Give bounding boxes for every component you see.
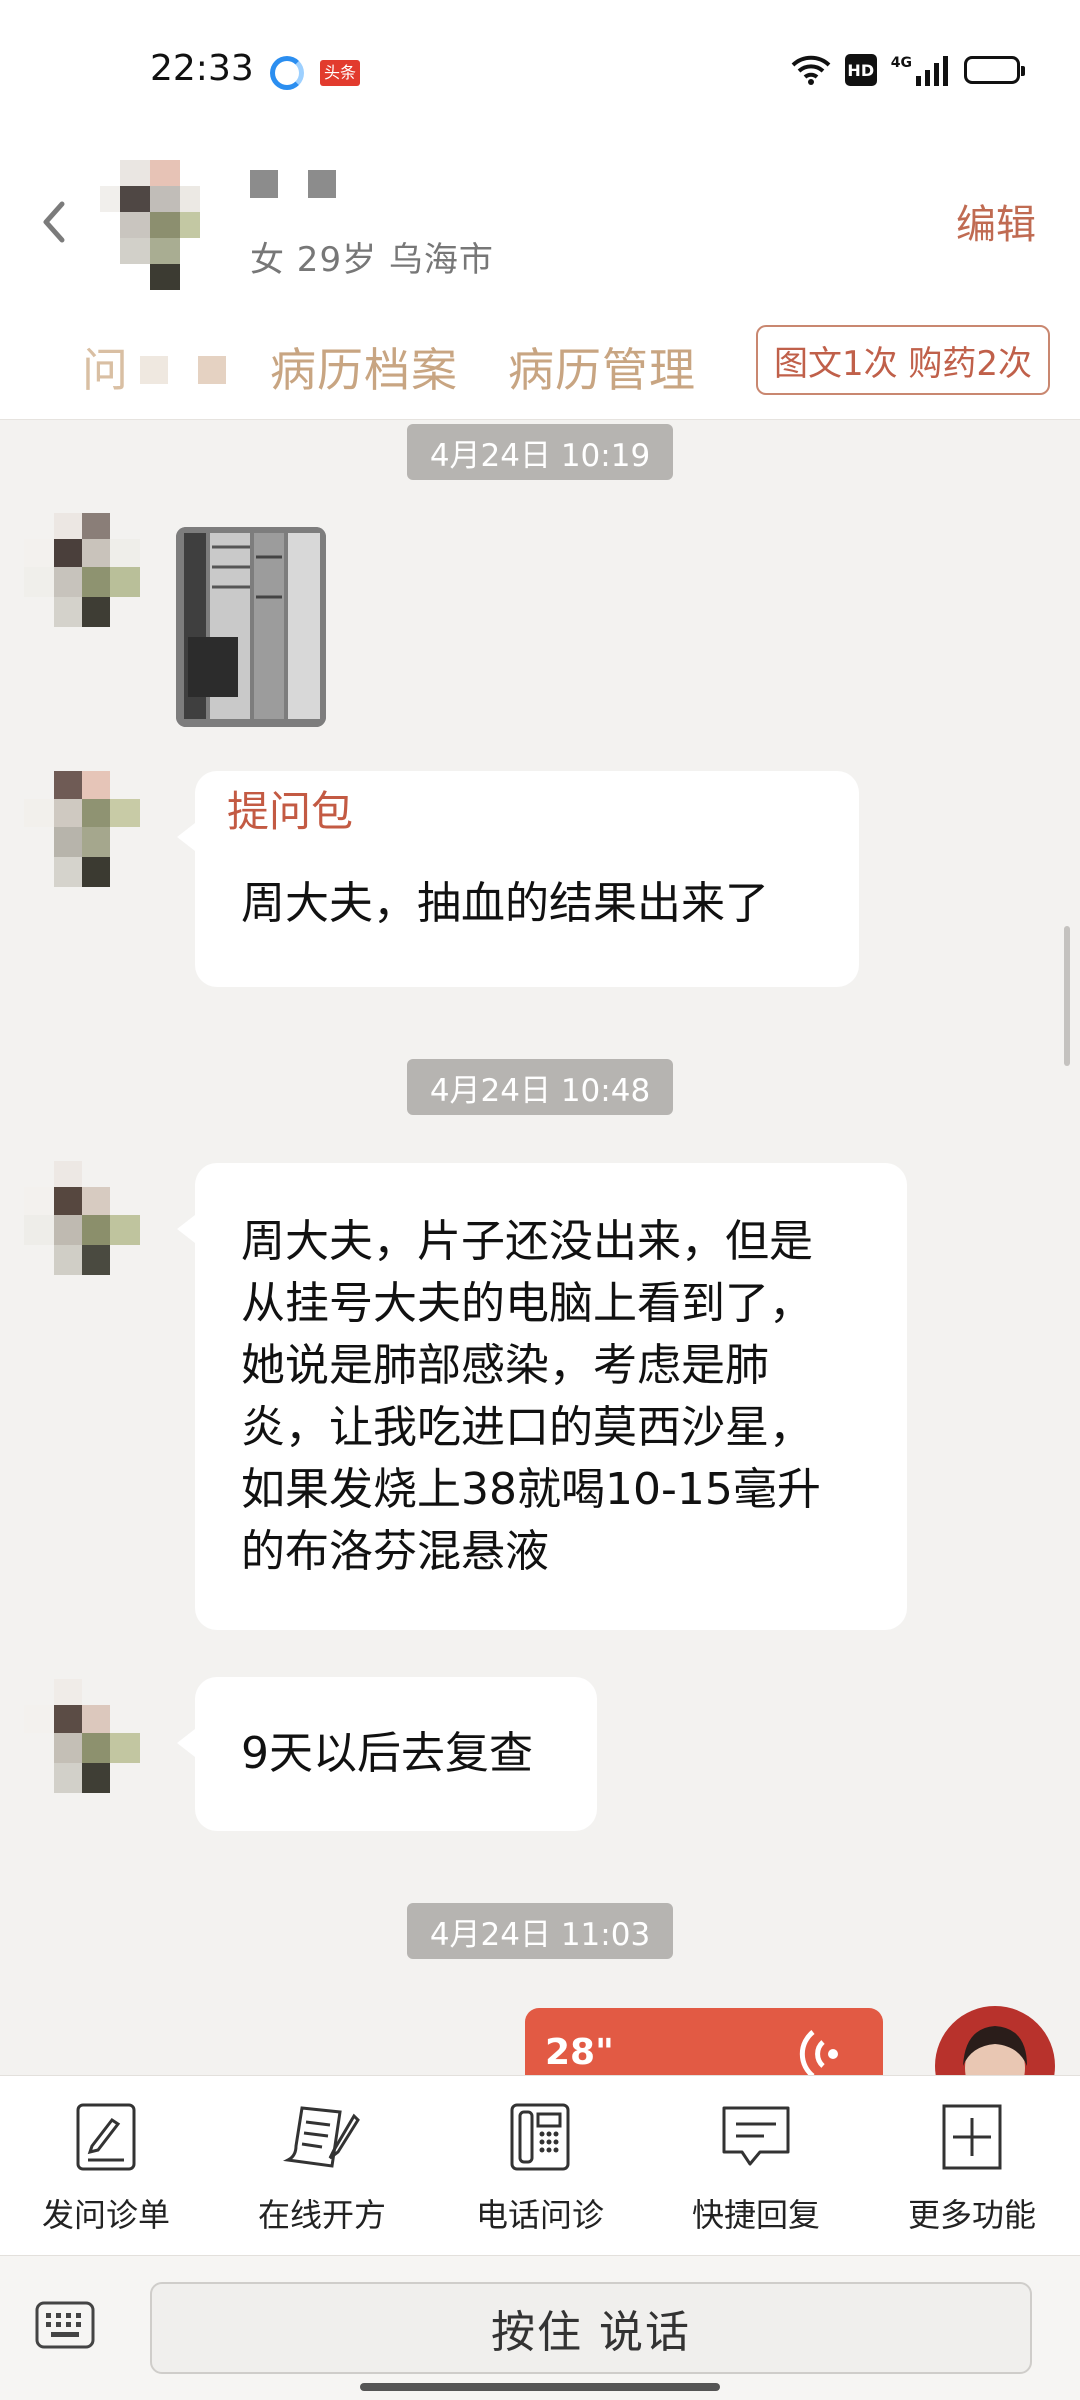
clock: 22:33 [150, 48, 254, 89]
tab-consult[interactable]: 问 [82, 334, 129, 400]
input-bar: 按住 说话 [0, 2256, 1080, 2400]
prescription-icon [282, 2106, 360, 2168]
toutiao-app-icon: 头条 [320, 60, 360, 86]
hd-icon: HD [844, 54, 877, 86]
tab-label-blurred [140, 356, 226, 384]
voice-wave-icon [799, 2030, 838, 2075]
question-pack-title: 提问包 [227, 787, 354, 836]
message-line: 周大夫，片子还没出来，但是 [241, 1216, 813, 1267]
message-text: 周大夫，抽血的结果出来了 [241, 878, 769, 929]
quick-reply-icon [722, 2106, 790, 2166]
status-bar: 22:33 头条 HD 4G [0, 0, 1080, 140]
message-line: 从挂号大夫的电脑上看到了， [241, 1278, 813, 1329]
message-text: 9天以后去复查 [241, 1728, 533, 1779]
home-indicator[interactable] [360, 2383, 720, 2391]
phone-icon [510, 2103, 570, 2171]
system-icons: HD 4G [791, 50, 1025, 90]
network-type: 4G [890, 55, 912, 71]
signal-icon [916, 56, 948, 86]
voice-message[interactable]: 28" [525, 2008, 883, 2075]
patient-avatar[interactable] [100, 160, 200, 290]
phone-consult-button[interactable]: 电话问诊 [440, 2102, 640, 2236]
message-line: 的布洛芬混悬液 [241, 1526, 549, 1577]
message-line: 炎，让我吃进口的莫西沙星， [241, 1402, 813, 1453]
patient-avatar[interactable] [24, 771, 140, 891]
action-toolbar: 发问诊单 在线开方 电话问诊 快捷回复 更多功能 [0, 2075, 1080, 2256]
voice-duration: 28" [545, 2032, 614, 2073]
edit-button[interactable]: 编辑 [956, 192, 1036, 250]
timestamp: 4月24日 10:48 [407, 1059, 673, 1115]
patient-avatar[interactable] [24, 1679, 140, 1799]
message-line: 她说是肺部感染，考虑是肺 [241, 1340, 769, 1391]
tab-records-management[interactable]: 病历管理 [508, 334, 696, 400]
wifi-icon [791, 55, 831, 85]
doctor-avatar[interactable] [935, 2006, 1055, 2075]
browser-app-icon [270, 56, 304, 90]
back-icon[interactable] [28, 192, 88, 252]
battery-icon [964, 56, 1025, 84]
quick-reply-button[interactable]: 快捷回复 [656, 2102, 856, 2236]
timestamp: 4月24日 11:03 [407, 1903, 673, 1959]
message-line: 如果发烧上38就喝10-15毫升 [241, 1464, 821, 1515]
patient-name-blurred [250, 170, 336, 198]
patient-message[interactable]: 9天以后去复查 [177, 1677, 597, 1831]
more-functions-button[interactable]: 更多功能 [872, 2102, 1072, 2236]
hold-to-talk-button[interactable]: 按住 说话 [150, 2282, 1032, 2374]
chat-header: 女 29岁 乌海市 编辑 问 病历档案 病历管理 图文1次 购药2次 [0, 140, 1080, 420]
patient-info: 女 29岁 乌海市 [250, 240, 494, 280]
timestamp: 4月24日 10:19 [407, 424, 673, 480]
patient-message[interactable]: 周大夫，片子还没出来，但是 从挂号大夫的电脑上看到了， 她说是肺部感染，考虑是肺… [177, 1163, 907, 1630]
send-questionnaire-button[interactable]: 发问诊单 [6, 2102, 206, 2236]
form-edit-icon [76, 2103, 136, 2171]
chat-messages[interactable]: 4月24日 10:19 提问包 周大夫，抽血的结果出来了 4月24日 10:48… [0, 421, 1080, 2075]
online-prescription-button[interactable]: 在线开方 [222, 2102, 422, 2236]
plus-icon [942, 2104, 1002, 2170]
patient-avatar[interactable] [24, 1161, 140, 1281]
lab-report-image[interactable] [176, 527, 326, 727]
keyboard-icon[interactable] [34, 2300, 96, 2350]
question-pack-message[interactable]: 提问包 周大夫，抽血的结果出来了 [177, 771, 859, 987]
order-summary-badge[interactable]: 图文1次 购药2次 [756, 325, 1050, 395]
tab-medical-records[interactable]: 病历档案 [270, 334, 458, 400]
chat-scrollbar[interactable] [1064, 926, 1070, 1066]
header-tabs: 问 病历档案 病历管理 图文1次 购药2次 [0, 320, 1080, 410]
patient-avatar[interactable] [24, 513, 140, 633]
